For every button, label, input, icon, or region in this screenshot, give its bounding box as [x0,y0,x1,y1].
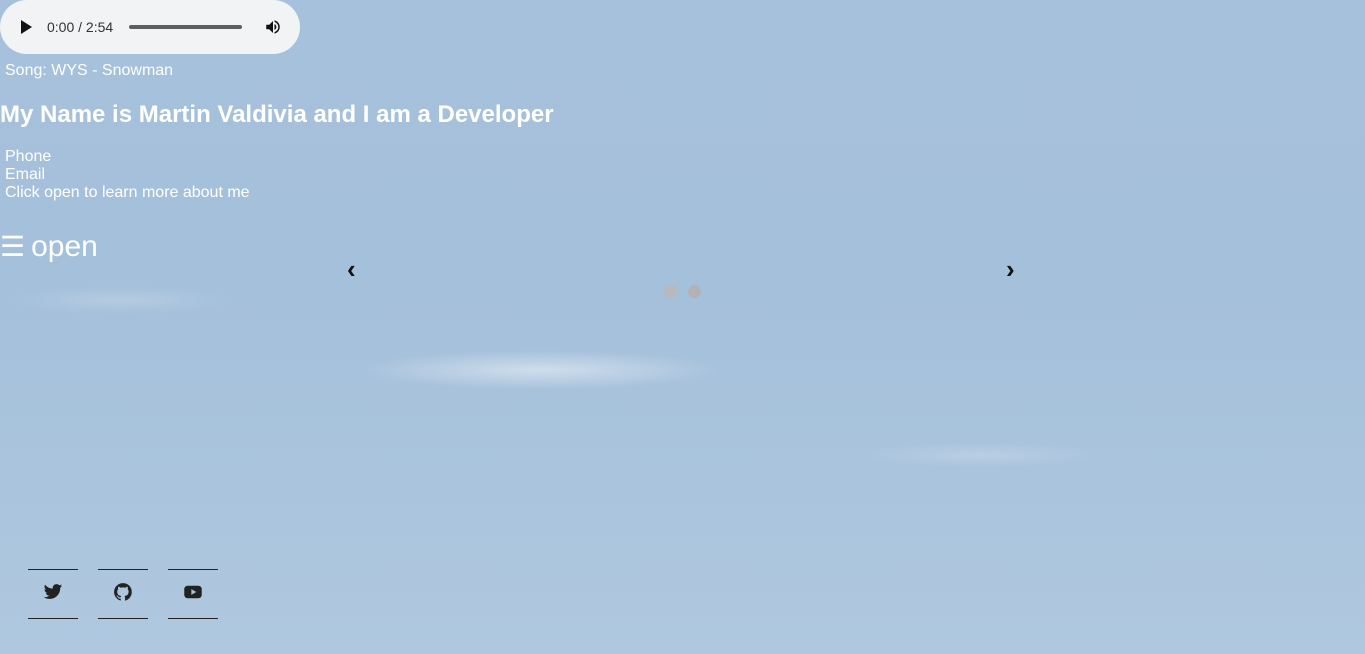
play-icon[interactable] [21,20,32,34]
github-link[interactable] [98,569,148,619]
twitter-icon [43,582,63,607]
open-menu-label: open [31,230,98,263]
page-title: My Name is Martin Valdivia and I am a De… [0,101,554,128]
youtube-icon [183,582,203,607]
open-menu-button[interactable]: ☰ open [0,230,98,264]
about-hint: Click open to learn more about me [5,184,250,201]
twitter-link[interactable] [28,569,78,619]
hamburger-icon: ☰ [0,231,26,262]
contact-info: Phone Email Click open to learn more abo… [5,148,250,202]
youtube-link[interactable] [168,569,218,619]
phone-label[interactable]: Phone [5,148,250,166]
volume-icon[interactable] [264,18,282,36]
carousel-dot[interactable] [664,285,677,298]
time-display: 0:00 / 2:54 [47,19,114,35]
carousel-prev-button[interactable]: ‹ [347,254,356,285]
progress-bar[interactable] [129,25,242,29]
song-label: Song: WYS - Snowman [5,62,174,79]
github-icon [113,582,133,607]
carousel-dot[interactable] [688,285,701,298]
carousel-next-button[interactable]: › [1006,254,1015,285]
email-label[interactable]: Email [5,166,250,184]
audio-player[interactable]: 0:00 / 2:54 [0,0,300,54]
